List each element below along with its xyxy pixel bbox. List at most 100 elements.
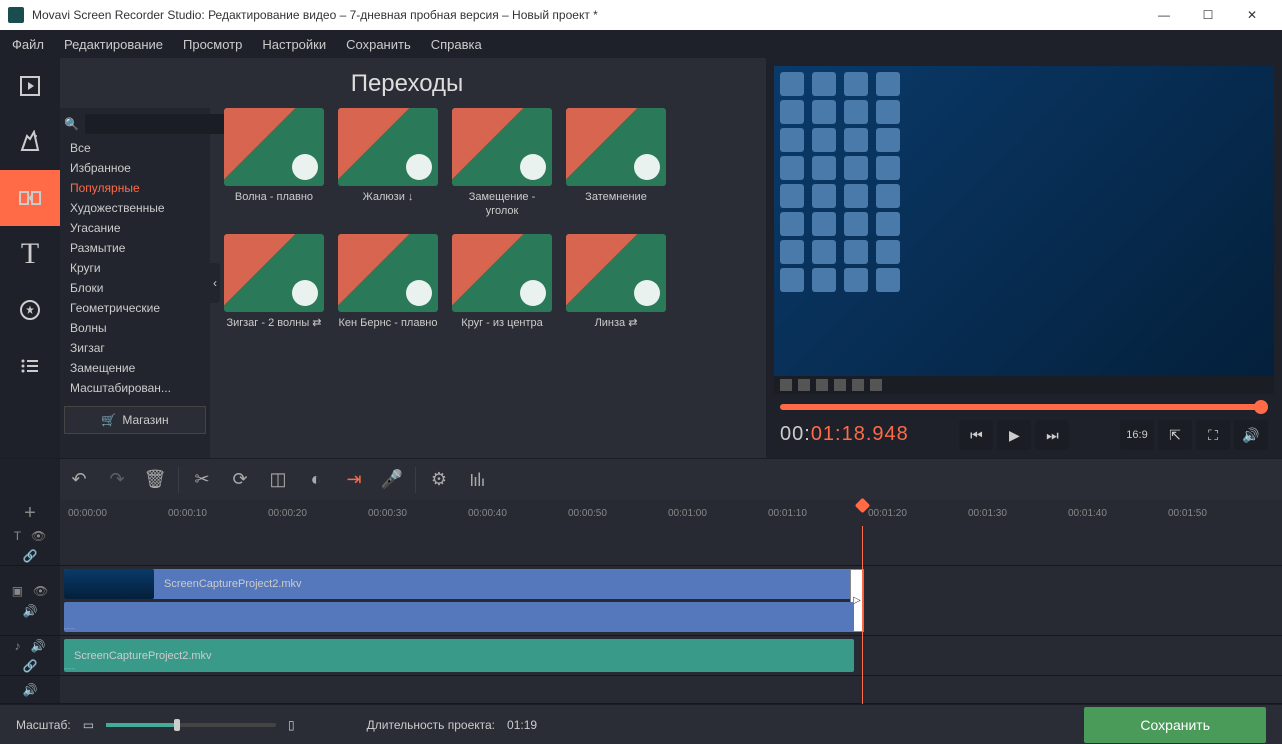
delete-button[interactable]: 🗑 — [136, 461, 174, 499]
thumb-label: Волна - плавно — [235, 190, 313, 218]
category-item[interactable]: Все — [64, 138, 206, 158]
save-button[interactable]: Сохранить — [1084, 707, 1266, 743]
link-icon[interactable]: 🔗 — [23, 659, 38, 673]
mute-icon[interactable]: 🔊 — [23, 604, 38, 618]
visibility-icon[interactable]: 👁 — [31, 529, 46, 543]
volume-button[interactable]: 🔊 — [1234, 420, 1268, 450]
link-icon[interactable]: 🔗 — [23, 549, 38, 563]
category-item[interactable]: Избранное — [64, 158, 206, 178]
popout-button[interactable]: ⇱ — [1158, 420, 1192, 450]
menu-help[interactable]: Справка — [431, 37, 482, 52]
menu-edit[interactable]: Редактирование — [64, 37, 163, 52]
transition-thumb[interactable]: Замещение - уголок — [452, 108, 552, 218]
add-track-button[interactable]: + — [0, 500, 60, 526]
mute-icon[interactable]: 🔊 — [31, 639, 46, 653]
visibility-icon[interactable]: 👁 — [33, 584, 48, 598]
music-track-icon: ♪ — [15, 639, 21, 653]
cut-button[interactable]: ✂ — [183, 461, 221, 499]
record-voice-button[interactable]: 🎤 — [373, 461, 411, 499]
crop-button[interactable]: ◫ — [259, 461, 297, 499]
ruler-tick: 00:01:10 — [768, 508, 807, 519]
ruler-tick: 00:01:20 — [868, 508, 907, 519]
transitions-tab[interactable] — [0, 170, 60, 226]
prev-button[interactable]: ⏮ — [959, 420, 993, 450]
seek-bar[interactable] — [780, 404, 1268, 410]
play-button[interactable]: ▶ — [997, 420, 1031, 450]
rotate-button[interactable]: ⟳ — [221, 461, 259, 499]
audio-properties-button[interactable] — [458, 461, 496, 499]
menubar: Файл Редактирование Просмотр Настройки С… — [0, 30, 1282, 58]
stickers-tab[interactable] — [0, 282, 60, 338]
clip-properties-button[interactable]: ⚙ — [420, 461, 458, 499]
thumb-image — [452, 108, 552, 186]
menu-file[interactable]: Файл — [12, 37, 44, 52]
undo-button[interactable]: ↶ — [60, 461, 98, 499]
audio-clip[interactable]: ScreenCaptureProject2.mkv — [64, 639, 854, 672]
thumb-label: Круг - из центра — [461, 316, 543, 344]
thumb-image — [338, 234, 438, 312]
transition-thumb[interactable]: Линза ⇄ — [566, 234, 666, 344]
category-item[interactable]: Масштабирован... — [64, 378, 206, 398]
title-track: T👁 🔗 — [0, 526, 1282, 566]
mute-icon[interactable]: 🔊 — [23, 683, 38, 697]
menu-save[interactable]: Сохранить — [346, 37, 411, 52]
preview-screen[interactable] — [774, 66, 1274, 394]
thumbnail-grid: Волна - плавно Жалюзи ↓Замещение - уголок… — [210, 108, 754, 458]
color-button[interactable]: ◐ — [297, 461, 335, 499]
zoom-slider[interactable] — [106, 723, 276, 727]
category-item[interactable]: Волны — [64, 318, 206, 338]
audio-track-body[interactable]: ScreenCaptureProject2.mkv — [60, 636, 1282, 675]
transition-thumb[interactable]: Волна - плавно — [224, 108, 324, 218]
menu-view[interactable]: Просмотр — [183, 37, 242, 52]
category-item[interactable]: Геометрические — [64, 298, 206, 318]
duration-value: 01:19 — [507, 718, 537, 732]
zoom-out-icon[interactable]: ▭ — [83, 718, 94, 732]
transition-wizard-button[interactable]: ⇥ — [335, 461, 373, 499]
transition-thumb[interactable]: Зигзаг - 2 волны ⇄ — [224, 234, 324, 344]
panel-title: Переходы — [60, 66, 754, 108]
zoom-in-icon[interactable]: ▯ — [288, 718, 295, 732]
fullscreen-button[interactable]: ⛶ — [1196, 420, 1230, 450]
category-item[interactable]: Размытие — [64, 238, 206, 258]
transition-thumb[interactable]: Круг - из центра — [452, 234, 552, 344]
video-track-body[interactable]: ScreenCaptureProject2.mkv ▷ — [60, 566, 1282, 635]
close-button[interactable]: ✕ — [1230, 0, 1274, 30]
redo-button[interactable]: ↷ — [98, 461, 136, 499]
toolbar-stub — [0, 459, 60, 500]
maximize-button[interactable]: ☐ — [1186, 0, 1230, 30]
timeline-ruler[interactable]: + 00:00:0000:00:1000:00:2000:00:3000:00:… — [0, 500, 1282, 526]
transition-thumb[interactable]: Жалюзи ↓ — [338, 108, 438, 218]
category-item[interactable]: Замещение — [64, 358, 206, 378]
category-item[interactable]: Художественные — [64, 198, 206, 218]
collapse-categories-handle[interactable]: ‹ — [210, 263, 220, 303]
empty-track-body[interactable] — [60, 676, 1282, 703]
ruler-tick: 00:01:50 — [1168, 508, 1207, 519]
minimize-button[interactable]: — — [1142, 0, 1186, 30]
ruler-tick: 00:00:40 — [468, 508, 507, 519]
video-clip[interactable]: ScreenCaptureProject2.mkv — [64, 569, 854, 599]
store-button[interactable]: 🛒 Магазин — [64, 406, 206, 434]
video-audio-clip[interactable] — [64, 602, 854, 632]
media-tab[interactable] — [0, 58, 60, 114]
ruler-tick: 00:00:50 — [568, 508, 607, 519]
transition-thumb[interactable]: Кен Бернс - плавно — [338, 234, 438, 344]
category-item[interactable]: Зигзаг — [64, 338, 206, 358]
menu-settings[interactable]: Настройки — [262, 37, 326, 52]
search-input[interactable] — [85, 114, 239, 134]
titles-tab[interactable]: T — [0, 226, 60, 282]
next-button[interactable]: ⏭ — [1035, 420, 1069, 450]
waveform-icon — [64, 658, 75, 670]
category-item[interactable]: Круги — [64, 258, 206, 278]
category-item[interactable]: Популярные — [64, 178, 206, 198]
title-track-body[interactable] — [60, 526, 1282, 565]
category-item[interactable]: Блоки — [64, 278, 206, 298]
thumb-image — [452, 234, 552, 312]
playhead[interactable] — [862, 526, 863, 704]
thumb-image — [566, 234, 666, 312]
waveform-icon — [64, 618, 75, 630]
filters-tab[interactable] — [0, 114, 60, 170]
category-item[interactable]: Угасание — [64, 218, 206, 238]
transition-thumb[interactable]: Затемнение — [566, 108, 666, 218]
aspect-ratio-button[interactable]: 16:9 — [1120, 420, 1154, 450]
more-tab[interactable] — [0, 338, 60, 394]
